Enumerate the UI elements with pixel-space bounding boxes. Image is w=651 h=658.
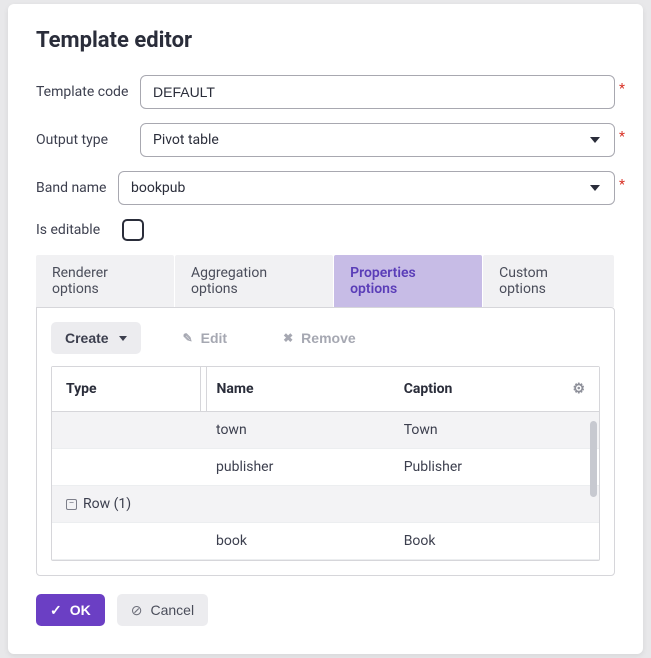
label-output-type: Output type	[36, 132, 140, 148]
tab-custom-options[interactable]: Custom options	[483, 255, 614, 307]
row-template-code: Template code *	[36, 75, 615, 109]
col-header-settings[interactable]	[558, 367, 599, 412]
row-is-editable: Is editable	[36, 219, 615, 241]
cancel-button[interactable]: Cancel	[117, 594, 208, 626]
remove-button[interactable]: ✖ Remove	[269, 322, 370, 354]
cell-name: town	[202, 412, 390, 449]
x-icon: ✖	[283, 331, 293, 345]
dialog-title: Template editor	[36, 28, 615, 53]
table-row[interactable]: publisher Publisher	[52, 449, 599, 486]
tab-renderer-options[interactable]: Renderer options	[36, 255, 174, 307]
output-type-value: Pivot table	[153, 132, 219, 148]
output-type-select[interactable]: Pivot table	[140, 123, 615, 157]
template-editor-dialog: Template editor Template code * Output t…	[8, 4, 643, 654]
row-band-name: Band name bookpub *	[36, 171, 615, 205]
cancel-label: Cancel	[150, 602, 194, 618]
required-icon: *	[619, 129, 625, 145]
col-header-name[interactable]: Name	[202, 367, 390, 412]
cell-caption: Publisher	[390, 449, 599, 486]
table-header-row: Type Name Caption	[52, 367, 599, 412]
create-label: Create	[65, 330, 109, 346]
required-icon: *	[619, 81, 625, 97]
remove-label: Remove	[301, 330, 355, 346]
scrollbar-thumb[interactable]	[590, 421, 597, 497]
chevron-down-icon	[119, 336, 127, 341]
chevron-down-icon	[590, 185, 600, 191]
col-header-type[interactable]: Type	[52, 367, 202, 412]
check-icon	[50, 602, 62, 619]
cell-name: publisher	[202, 449, 390, 486]
chevron-down-icon	[590, 137, 600, 143]
tabs: Renderer options Aggregation options Pro…	[36, 255, 615, 307]
collapse-icon[interactable]: −	[66, 499, 77, 510]
label-template-code: Template code	[36, 84, 140, 100]
cell-caption: Book	[390, 523, 599, 560]
edit-button[interactable]: ✎ Edit	[169, 322, 242, 354]
table-row[interactable]: book Book	[52, 523, 599, 560]
cancel-icon	[131, 602, 143, 619]
cell-type	[52, 449, 202, 486]
ok-button[interactable]: OK	[36, 594, 105, 626]
col-header-caption[interactable]: Caption	[390, 367, 559, 412]
table-group-row[interactable]: − Row (1)	[52, 486, 599, 523]
cell-caption: Town	[390, 412, 599, 449]
table-row[interactable]: town Town	[52, 412, 599, 449]
edit-label: Edit	[201, 330, 227, 346]
cell-type	[52, 523, 202, 560]
tab-properties-options[interactable]: Properties options	[334, 255, 482, 307]
required-icon: *	[619, 177, 625, 193]
properties-toolbar: Create ✎ Edit ✖ Remove	[51, 322, 600, 354]
tab-aggregation-options[interactable]: Aggregation options	[175, 255, 333, 307]
cell-name: book	[202, 523, 390, 560]
properties-panel: Create ✎ Edit ✖ Remove Type Name Caption	[36, 307, 615, 576]
properties-table: Type Name Caption town Town publisher	[52, 367, 599, 560]
label-is-editable: Is editable	[36, 222, 118, 238]
dialog-footer: OK Cancel	[36, 594, 615, 626]
is-editable-checkbox[interactable]	[122, 219, 144, 241]
label-band-name: Band name	[36, 180, 118, 196]
band-name-value: bookpub	[131, 180, 185, 196]
template-code-input[interactable]	[140, 75, 615, 109]
gear-icon	[572, 381, 585, 397]
create-button[interactable]: Create	[51, 322, 141, 354]
ok-label: OK	[70, 602, 91, 618]
cell-type	[52, 412, 202, 449]
group-cell: − Row (1)	[52, 486, 599, 523]
band-name-select[interactable]: bookpub	[118, 171, 615, 205]
group-label: Row (1)	[83, 496, 131, 512]
pencil-icon: ✎	[183, 331, 193, 345]
properties-table-wrap: Type Name Caption town Town publisher	[51, 366, 600, 561]
row-output-type: Output type Pivot table *	[36, 123, 615, 157]
